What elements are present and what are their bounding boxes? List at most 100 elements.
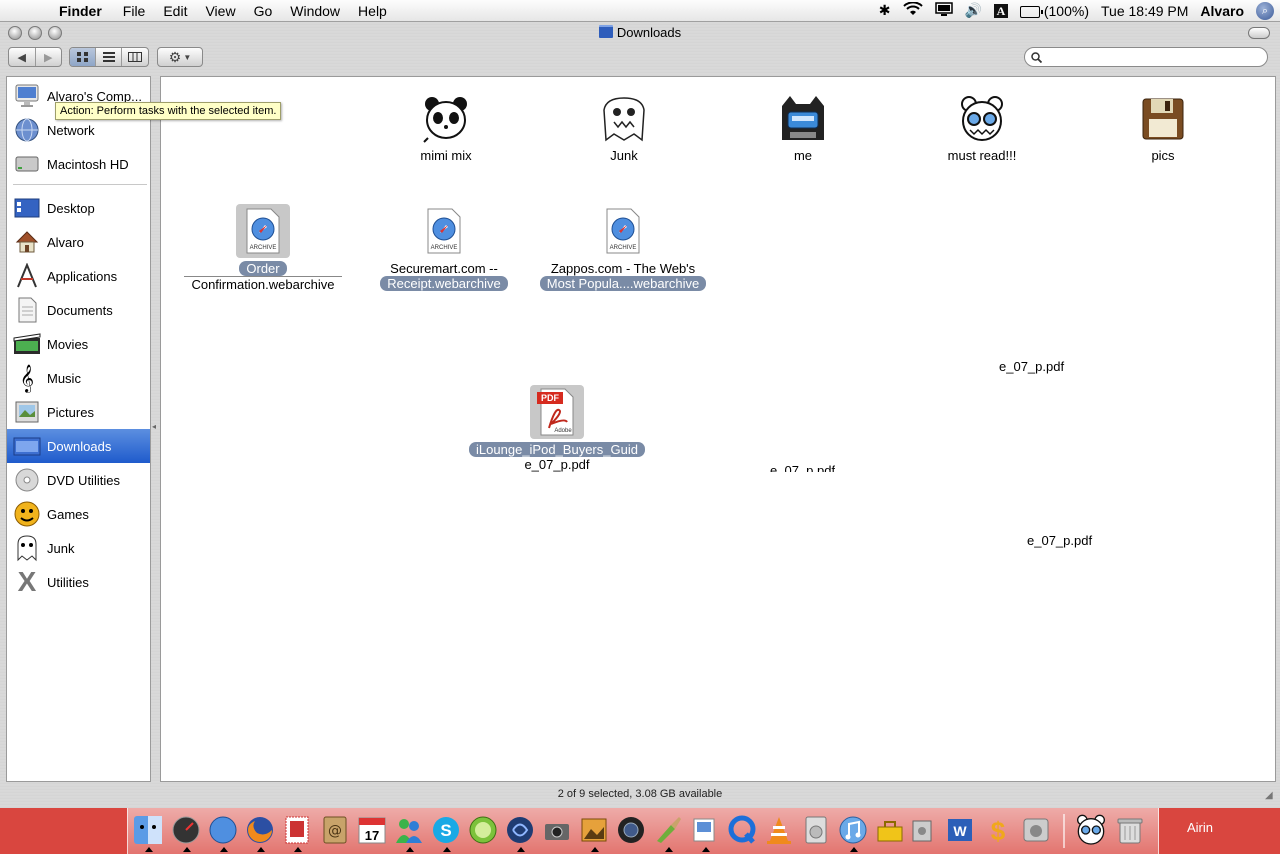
battery-icon (1019, 5, 1043, 18)
dock-itunes[interactable] (837, 814, 869, 852)
resize-grip-icon[interactable]: ◢ (1265, 790, 1277, 802)
forward-button[interactable]: ▶ (36, 48, 62, 66)
dock-app-swirl[interactable] (504, 814, 536, 852)
dock-finance-app[interactable]: $ (982, 814, 1014, 846)
address-book-icon: @ (323, 816, 347, 844)
file-order-confirmation[interactable]: ARCHIVE Order Confirmation.webarchive (183, 204, 343, 292)
dock-dvd-player[interactable] (800, 814, 832, 846)
dock-must-read-folder[interactable] (1075, 814, 1107, 846)
hard-drive-icon (12, 149, 42, 179)
dock-apple-app[interactable] (1020, 814, 1052, 846)
dock-image-capture[interactable] (541, 814, 573, 846)
menu-file[interactable]: File (114, 3, 155, 19)
dock-address-book[interactable]: @ (319, 814, 351, 846)
sidebar-item-alvaro[interactable]: Alvaro (7, 225, 150, 259)
sidebar-item-dvd-utilities[interactable]: DVD Utilities (7, 463, 150, 497)
sidebar-item-label: Pictures (47, 404, 94, 420)
sidebar-item-desktop[interactable]: Desktop (7, 191, 150, 225)
menu-clock[interactable]: Tue 18:49 PM (1101, 3, 1188, 19)
dock-divider (1063, 814, 1065, 848)
webarchive-icon: ARCHIVE (236, 204, 290, 258)
sidebar-splitter[interactable]: ◂ (152, 422, 158, 432)
toolbar-toggle-button[interactable] (1248, 27, 1270, 39)
search-field[interactable] (1024, 47, 1268, 67)
wifi-icon[interactable] (902, 1, 923, 19)
folder-mimi-mix[interactable]: mimi mix (401, 93, 491, 163)
menu-app-finder[interactable]: Finder (50, 3, 114, 19)
dashboard-icon (172, 816, 200, 844)
skype-icon: S (433, 817, 459, 843)
file-label-line2: Confirmation.webarchive (184, 276, 342, 292)
sidebar-item-junk[interactable]: Junk (7, 531, 150, 565)
dock-disk-utility[interactable] (906, 814, 938, 846)
display-icon[interactable] (934, 2, 953, 19)
sidebar-item-games[interactable]: Games (7, 497, 150, 531)
menu-help[interactable]: Help (349, 3, 396, 19)
sidebar-item-documents[interactable]: Documents (7, 293, 150, 327)
dock-skype[interactable]: S (430, 814, 462, 852)
finder-icon (134, 816, 162, 844)
svg-text:W: W (953, 823, 967, 839)
folder-must-read[interactable]: must read!!! (937, 93, 1027, 163)
action-gear-button[interactable]: ⚙ ▼ (158, 48, 202, 66)
sidebar-item-applications[interactable]: Applications (7, 259, 150, 293)
dock-ical[interactable]: 17 (356, 814, 388, 846)
dock-safari[interactable] (207, 814, 239, 852)
dock-toolbox-app[interactable] (874, 814, 906, 846)
dock-quicktime[interactable] (726, 814, 758, 846)
utilities-icon: X (17, 566, 37, 597)
dock-finder[interactable] (132, 814, 164, 852)
input-menu-icon[interactable]: A (993, 3, 1008, 18)
file-label-line1: Securemart.com -- (390, 261, 498, 276)
dock-dashboard[interactable] (170, 814, 202, 852)
svg-text:@: @ (328, 823, 342, 839)
file-icon-view: mimi mix Junk me must read!!! pics ARCHI… (160, 76, 1276, 782)
battery-indicator[interactable]: (100%) (1019, 3, 1089, 19)
menu-edit[interactable]: Edit (154, 3, 196, 19)
dock-word[interactable]: W (944, 814, 976, 846)
volume-icon[interactable]: 🔊 (965, 2, 982, 19)
sidebar-item-music[interactable]: 𝄞 Music (7, 361, 150, 395)
folder-junk[interactable]: Junk (579, 93, 669, 163)
search-icon (1031, 51, 1042, 63)
folder-pics[interactable]: pics (1118, 93, 1208, 163)
dock: @ 17 S W $ Airin (0, 808, 1280, 854)
menu-user[interactable]: Alvaro (1200, 3, 1244, 19)
dock-trash[interactable] (1114, 814, 1146, 846)
folder-me[interactable]: me (758, 93, 848, 163)
file-zappos[interactable]: ARCHIVE Zappos.com - The Web's Most Popu… (533, 204, 713, 291)
dock-vlc[interactable] (763, 814, 795, 846)
dock-msn-messenger[interactable] (393, 814, 425, 852)
dock-limewire[interactable] (467, 814, 499, 846)
file-ilounge-pdf[interactable]: PDF Adobe iLounge_iPod_Buyers_Guid e_07_p… (467, 385, 647, 472)
sidebar-item-label: Network (47, 122, 95, 138)
menu-go[interactable]: Go (245, 3, 282, 19)
list-view-button[interactable] (96, 48, 122, 66)
search-input[interactable] (1046, 49, 1267, 65)
movies-icon (12, 329, 42, 359)
sidebar-item-macintosh-hd[interactable]: Macintosh HD (7, 147, 150, 181)
bluetooth-icon[interactable]: ✱ (879, 2, 891, 19)
sidebar-item-movies[interactable]: Movies (7, 327, 150, 361)
floppy-disk-icon (1137, 93, 1189, 145)
menu-window[interactable]: Window (281, 3, 349, 19)
dock-preview[interactable] (689, 814, 721, 852)
home-icon (12, 227, 42, 257)
sidebar-item-utilities[interactable]: X Utilities (7, 565, 150, 599)
spotlight-icon[interactable]: ⌕ (1256, 1, 1274, 20)
icon-view-button[interactable] (70, 48, 97, 66)
dock-firefox[interactable] (244, 814, 276, 852)
file-securemart-receipt[interactable]: ARCHIVE Securemart.com -- Receipt.webarc… (364, 204, 524, 291)
sidebar-item-pictures[interactable]: Pictures (7, 395, 150, 429)
title-bar[interactable]: Downloads (0, 22, 1280, 46)
column-view-button[interactable] (122, 48, 148, 66)
dock-stamp-app[interactable] (281, 814, 313, 852)
dock-iphoto-alt[interactable] (578, 814, 610, 852)
panda-icon (420, 93, 472, 145)
sidebar-item-downloads[interactable]: Downloads (7, 429, 150, 463)
menu-view[interactable]: View (196, 3, 244, 19)
dock-brush-app[interactable] (652, 814, 684, 852)
dock-lens-app[interactable] (615, 814, 647, 846)
cat-robot-icon (777, 93, 829, 145)
back-button[interactable]: ◀ (9, 48, 36, 66)
